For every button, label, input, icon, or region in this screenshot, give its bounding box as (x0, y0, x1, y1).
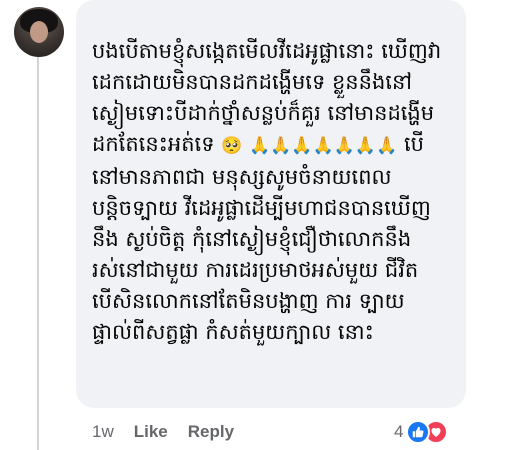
timestamp[interactable]: 1w (92, 422, 114, 442)
comment-line: ស្ងប់ចិត្ត កុំនៅស្ងៀមខ្ញុំជឿថាលោកនឹង (125, 227, 412, 251)
avatar[interactable] (14, 7, 64, 57)
like-button[interactable]: Like (134, 422, 168, 442)
comment-line: បងបើតាមខ្ញុំសង្កេតមើលវីដេអូផ្លានោះ (92, 39, 375, 63)
comment-actions: 1w Like Reply (92, 418, 234, 446)
comment-bubble: បងបើតាមខ្ញុំសង្កេតមើលវីដេអូផ្លានោះ ឃើញវា… (76, 0, 466, 408)
comment-thread: បងបើតាមខ្ញុំសង្កេតមើលវីដេអូផ្លានោះ ឃើញវា… (0, 0, 528, 450)
comment-line: រស់នៅជាមួយ ការដេរប្រមាថអស់មួយ (92, 258, 379, 282)
reaction-count: 4 (394, 422, 404, 441)
praying-hands-emoji: 🙏🙏🙏🙏🙏🙏🙏 (249, 136, 398, 156)
avatar-face (30, 21, 48, 43)
thread-connector-line (37, 56, 39, 450)
comment-text: បងបើតាមខ្ញុំសង្កេតមើលវីដេអូផ្លានោះ ឃើញវា… (92, 36, 450, 348)
crying-face-emoji: 🥺 (221, 136, 243, 156)
comment-line: នោះ (337, 320, 374, 344)
reaction-summary[interactable]: 4 (394, 419, 449, 445)
reply-button[interactable]: Reply (188, 422, 234, 442)
